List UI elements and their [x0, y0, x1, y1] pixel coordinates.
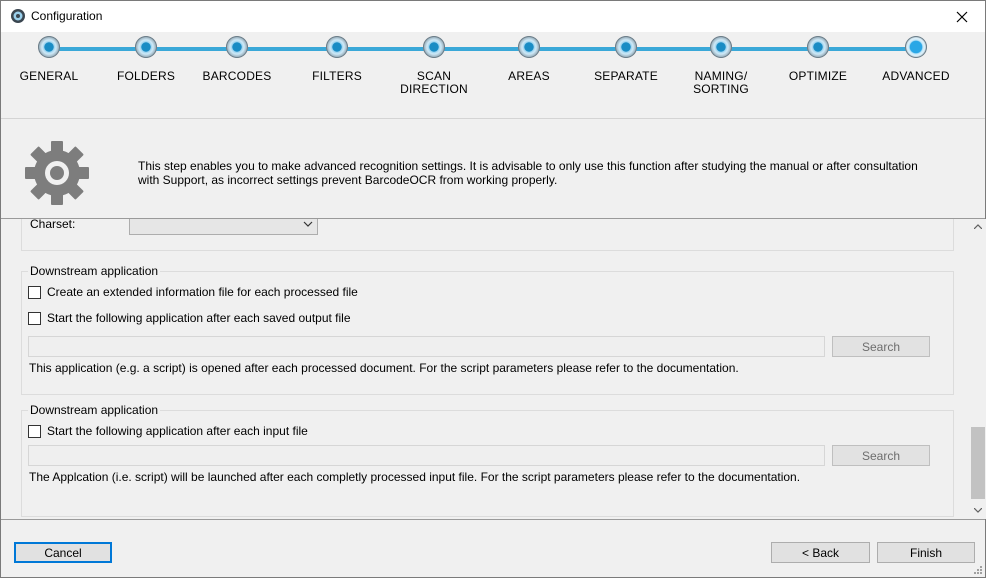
step-label: SEPARATE — [594, 69, 658, 83]
step-dot-icon — [905, 36, 927, 58]
back-button[interactable]: < Back — [771, 542, 870, 563]
step-folders[interactable]: FOLDERS — [96, 36, 196, 83]
downstream-input-group: Downstream application Start the followi… — [21, 403, 954, 517]
step-scan-direction[interactable]: SCAN DIRECTION — [384, 36, 484, 96]
step-dot-icon — [615, 36, 637, 58]
step-naming-sorting[interactable]: NAMING/ SORTING — [671, 36, 771, 96]
title-bar: Configuration — [1, 1, 985, 32]
step-advanced[interactable]: ADVANCED — [866, 36, 966, 83]
step-label: OPTIMIZE — [788, 69, 848, 83]
resize-grip-icon[interactable] — [971, 563, 983, 575]
step-filters[interactable]: FILTERS — [287, 36, 387, 83]
start-after-input-checkbox-row[interactable]: Start the following application after ea… — [28, 424, 308, 438]
step-label: ADVANCED — [882, 69, 950, 83]
configuration-window: Configuration GENERAL FOLDERS BARCODES FILT… — [0, 0, 986, 578]
output-app-hint: This application (e.g. a script) is open… — [29, 361, 739, 375]
step-barcodes[interactable]: BARCODES — [187, 36, 287, 83]
group-legend: Downstream application — [28, 403, 161, 417]
extended-info-label: Create an extended information file for … — [47, 285, 358, 299]
extended-info-checkbox[interactable] — [28, 285, 41, 299]
step-label: AREAS — [508, 69, 550, 83]
step-dot-icon — [135, 36, 157, 58]
step-dot-icon — [807, 36, 829, 58]
start-after-input-checkbox[interactable] — [28, 424, 41, 438]
close-button[interactable] — [939, 1, 985, 32]
downstream-output-group: Downstream application Create an extende… — [21, 264, 954, 395]
extended-info-checkbox-row[interactable]: Create an extended information file for … — [28, 285, 358, 299]
step-dot-icon — [423, 36, 445, 58]
scroll-up-arrow-icon[interactable] — [970, 219, 986, 233]
start-after-output-checkbox-row[interactable]: Start the following application after ea… — [28, 311, 351, 325]
step-label: BARCODES — [202, 69, 272, 83]
step-dot-icon — [38, 36, 60, 58]
group-legend: Downstream application — [28, 264, 161, 278]
step-label: NAMING/ SORTING — [693, 69, 749, 96]
charset-label: Charset: — [30, 219, 76, 231]
finish-button[interactable]: Finish — [877, 542, 975, 563]
scroll-thumb[interactable] — [971, 427, 985, 499]
step-dot-icon — [226, 36, 248, 58]
step-general[interactable]: GENERAL — [0, 36, 99, 83]
scroll-down-arrow-icon[interactable] — [970, 503, 986, 517]
wizard-stepper: GENERAL FOLDERS BARCODES FILTERS SCAN DIRECT… — [1, 32, 985, 118]
gear-icon — [25, 141, 89, 205]
step-areas[interactable]: AREAS — [479, 36, 579, 83]
step-dot-icon — [518, 36, 540, 58]
step-description-banner: This step enables you to make advanced r… — [1, 118, 985, 219]
step-label: FILTERS — [312, 69, 362, 83]
chevron-down-icon — [303, 221, 313, 227]
step-optimize[interactable]: OPTIMIZE — [768, 36, 868, 83]
output-app-search-button[interactable]: Search — [832, 336, 930, 357]
charset-dropdown[interactable] — [129, 219, 318, 235]
step-label: GENERAL — [19, 69, 79, 83]
step-label: SCAN DIRECTION — [400, 69, 468, 96]
banner-description: This step enables you to make advanced r… — [138, 159, 918, 187]
window-title: Configuration — [31, 9, 103, 23]
app-gear-icon — [11, 9, 25, 23]
close-icon — [956, 11, 968, 22]
input-app-path-input[interactable] — [28, 445, 825, 466]
footer: Cancel < Back Finish — [1, 519, 985, 577]
start-after-output-label: Start the following application after ea… — [47, 311, 351, 325]
charset-group: Charset: — [21, 219, 954, 251]
step-dot-icon — [710, 36, 732, 58]
settings-scroll-area: Charset: Downstream application Create a… — [2, 219, 970, 519]
step-separate[interactable]: SEPARATE — [576, 36, 676, 83]
input-app-search-button[interactable]: Search — [832, 445, 930, 466]
step-dot-icon — [326, 36, 348, 58]
input-app-hint: The Applcation (i.e. script) will be lau… — [29, 470, 801, 484]
output-app-path-input[interactable] — [28, 336, 825, 357]
vertical-scrollbar[interactable] — [970, 219, 986, 519]
start-after-output-checkbox[interactable] — [28, 311, 41, 325]
start-after-input-label: Start the following application after ea… — [47, 424, 308, 438]
cancel-button[interactable]: Cancel — [14, 542, 112, 563]
step-label: FOLDERS — [116, 69, 176, 83]
